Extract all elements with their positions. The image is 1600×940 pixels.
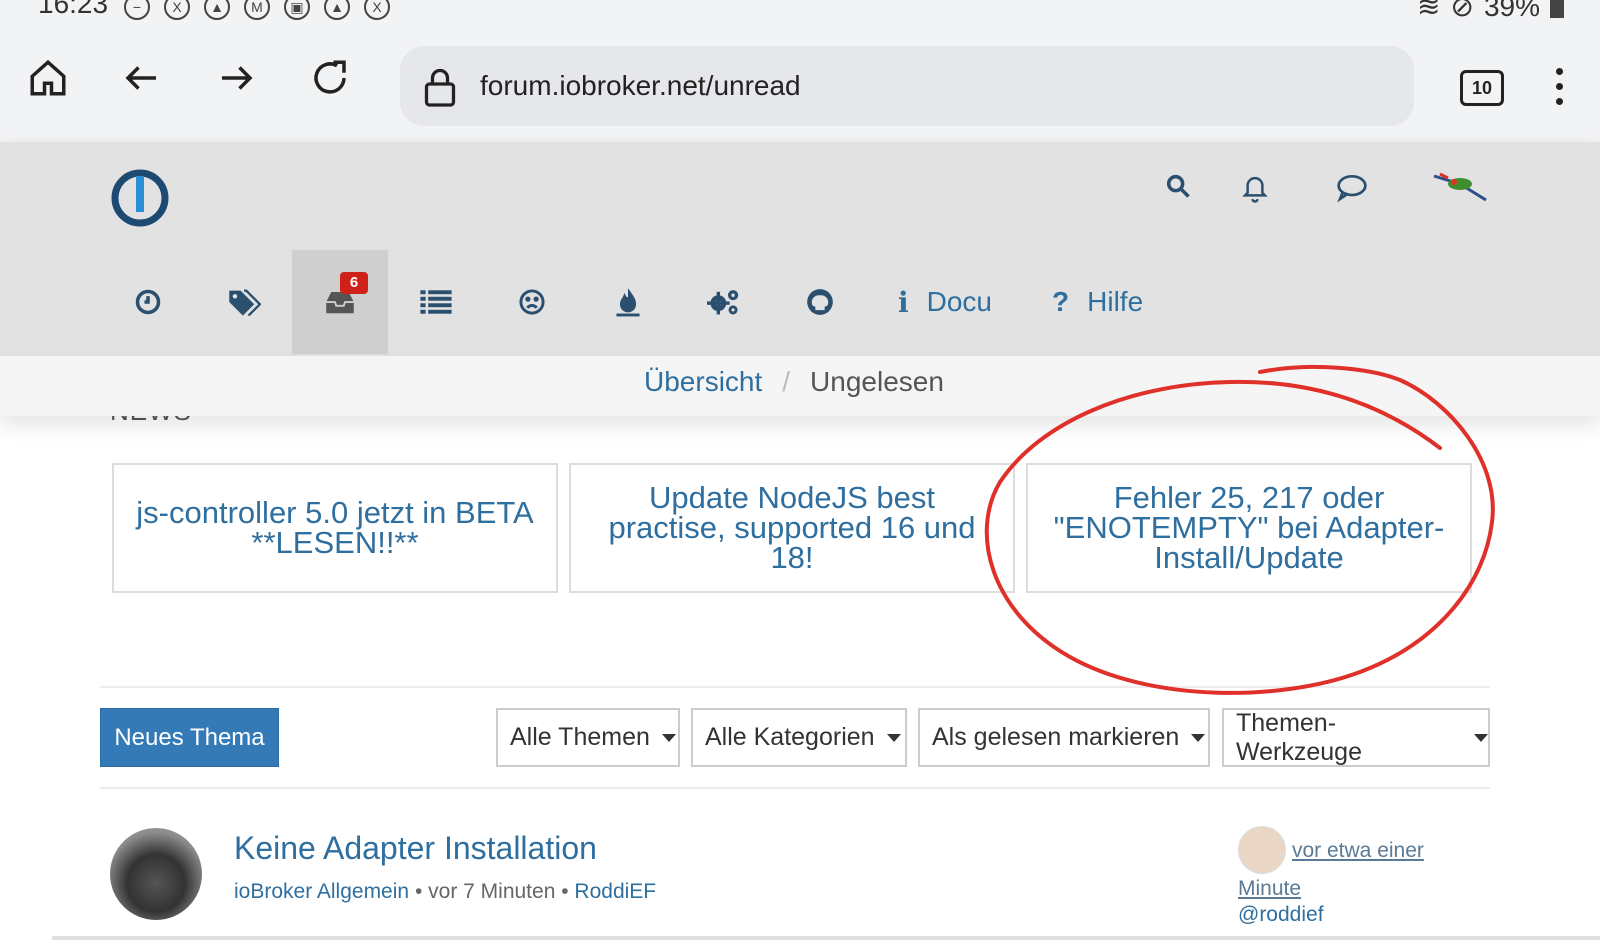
- main-nav: 6 i Docu ? Hilfe: [100, 250, 1173, 354]
- nav-hilfe[interactable]: ? Hilfe: [1022, 250, 1173, 354]
- list-icon: [420, 290, 452, 314]
- breadcrumb: Übersicht / Ungelesen: [0, 356, 1600, 416]
- nav-tags[interactable]: [196, 250, 292, 354]
- bell-icon[interactable]: [1240, 172, 1270, 209]
- arrow-right-icon: [222, 66, 253, 90]
- breadcrumb-current: Ungelesen: [810, 366, 944, 397]
- github-icon: [807, 289, 833, 315]
- breadcrumb-separator: /: [782, 366, 791, 397]
- last-post-avatar[interactable]: [1238, 826, 1286, 874]
- topic-tools-dropdown[interactable]: Themen-Werkzeuge: [1222, 708, 1490, 767]
- nav-sad[interactable]: [484, 250, 580, 354]
- news-card[interactable]: js-controller 5.0 jetzt in BETA **LESEN!…: [112, 463, 558, 593]
- search-icon[interactable]: [1164, 172, 1192, 205]
- nav-docu-label: Docu: [926, 286, 993, 317]
- topic-author[interactable]: RoddiEF: [574, 880, 656, 903]
- arrow-left-icon: [125, 66, 156, 90]
- image-icon: ▣: [284, 0, 310, 20]
- mark-read-label: Als gelesen markieren: [932, 723, 1180, 751]
- filter-topics-dropdown[interactable]: Alle Themen: [496, 708, 680, 767]
- forward-button[interactable]: [212, 54, 260, 102]
- x-icon: X: [364, 0, 390, 20]
- topic-time: vor 7 Minuten: [428, 880, 556, 903]
- caret-down-icon: [661, 733, 676, 742]
- back-button[interactable]: [118, 54, 166, 102]
- app-icon: ▲: [324, 0, 350, 20]
- tab-switcher-button[interactable]: 10: [1460, 70, 1504, 106]
- dnd-icon: ⊘: [1450, 0, 1474, 22]
- nav-hilfe-label: Hilfe: [1087, 286, 1144, 317]
- status-right: ≋ ⊘ 39%: [1417, 0, 1564, 23]
- breadcrumb-home[interactable]: Übersicht: [644, 366, 762, 398]
- topic-title[interactable]: Keine Adapter Installation: [234, 830, 597, 867]
- fire-icon: [616, 288, 640, 317]
- nav-popular[interactable]: [580, 250, 676, 354]
- x-icon: X: [164, 0, 190, 20]
- news-card[interactable]: Update NodeJS best practise, supported 1…: [569, 463, 1015, 593]
- nav-docu[interactable]: i Docu: [868, 250, 1022, 354]
- mark-read-dropdown[interactable]: Als gelesen markieren: [918, 708, 1210, 767]
- iobroker-logo[interactable]: [110, 168, 170, 233]
- user-avatar[interactable]: [1430, 170, 1490, 211]
- topic-meta: ioBroker Allgemein • vor 7 Minuten • Rod…: [234, 880, 656, 904]
- last-post-user[interactable]: @roddief: [1238, 902, 1324, 927]
- address-bar[interactable]: forum.iobroker.net/unread: [400, 46, 1414, 126]
- unread-badge: 6: [340, 272, 368, 294]
- chat-icon[interactable]: [1336, 172, 1368, 207]
- topic-tools-label: Themen-Werkzeuge: [1236, 708, 1362, 766]
- frown-icon: [519, 289, 545, 315]
- browser-toolbar: forum.iobroker.net/unread 10: [0, 30, 1600, 142]
- home-icon: [30, 59, 66, 96]
- filter-categories-label: Alle Kategorien: [705, 723, 875, 751]
- nav-unread[interactable]: 6: [292, 250, 388, 354]
- app-icon: ▲: [204, 0, 230, 20]
- news-card[interactable]: Fehler 25, 217 oder "ENOTEMPTY" bei Adap…: [1026, 463, 1472, 593]
- home-button[interactable]: [24, 54, 72, 102]
- battery-level: 39%: [1483, 0, 1540, 22]
- caret-down-icon: [886, 733, 901, 742]
- notification-icons: − X ▲ M ▣ ▲ X: [124, 0, 390, 20]
- lock-icon: [422, 66, 458, 113]
- clock-icon: [135, 289, 161, 315]
- nav-admin[interactable]: [676, 250, 772, 354]
- question-icon: ?: [1052, 286, 1070, 317]
- divider: [100, 787, 1490, 789]
- nav-categories[interactable]: [388, 250, 484, 354]
- tags-icon: [229, 289, 261, 316]
- caret-down-icon: [1191, 733, 1206, 742]
- caret-down-icon: [1474, 733, 1488, 742]
- last-post-time-cont[interactable]: Minute: [1238, 876, 1301, 901]
- topic-category[interactable]: ioBroker Allgemein: [234, 880, 409, 903]
- status-bar: 16:23 − X ▲ M ▣ ▲ X ≋ ⊘ 39%: [0, 0, 1600, 30]
- nav-recent[interactable]: [100, 250, 196, 354]
- status-time: 16:23: [38, 0, 109, 19]
- divider: [52, 936, 1600, 940]
- filter-topics-label: Alle Themen: [510, 723, 650, 751]
- app-icon: M: [244, 0, 270, 20]
- filter-categories-dropdown[interactable]: Alle Kategorien: [691, 708, 907, 767]
- wifi-icon: ≋: [1417, 0, 1441, 22]
- reload-button[interactable]: [306, 54, 354, 102]
- cogs-icon: [707, 290, 739, 315]
- forum-header: 6 i Docu ? Hilfe: [0, 142, 1600, 356]
- meta-dot: •: [414, 880, 423, 903]
- topic-author-avatar[interactable]: [110, 828, 202, 920]
- reload-icon: [314, 60, 346, 94]
- new-topic-button[interactable]: Neues Thema: [100, 708, 279, 767]
- do-not-disturb-icon: −: [124, 0, 150, 20]
- battery-icon: [1550, 0, 1564, 18]
- nav-github[interactable]: [772, 250, 868, 354]
- last-post-time[interactable]: vor etwa einer: [1292, 838, 1492, 863]
- menu-icon[interactable]: [1556, 68, 1564, 113]
- meta-dot: •: [561, 880, 569, 903]
- divider: [100, 686, 1490, 688]
- url-text: forum.iobroker.net/unread: [480, 70, 801, 101]
- info-icon: i: [898, 285, 909, 319]
